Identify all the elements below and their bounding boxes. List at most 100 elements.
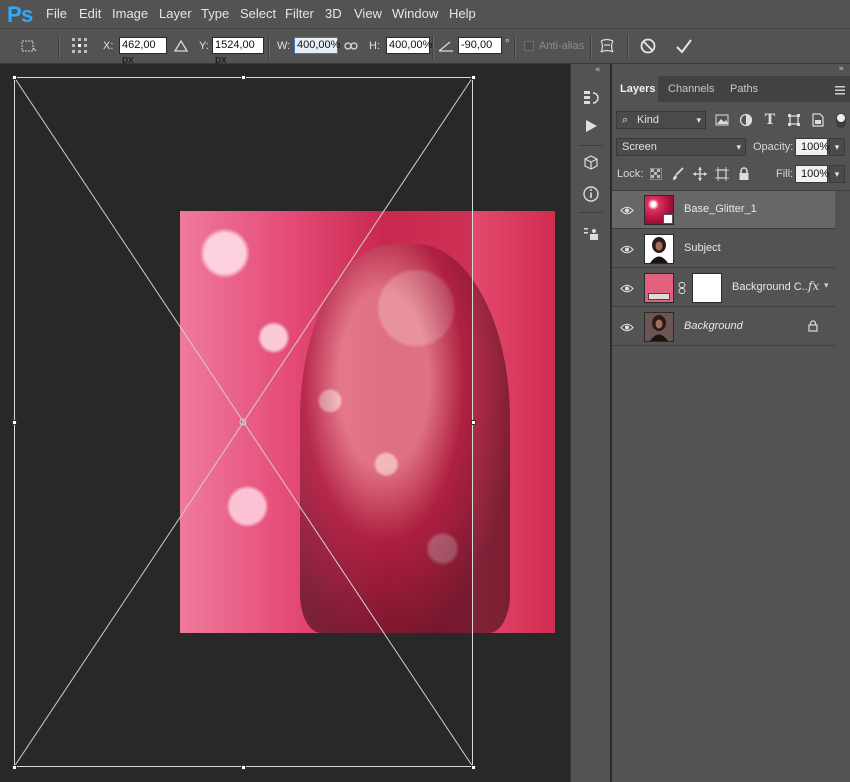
collapse-arrows-icon[interactable]: «: [595, 65, 601, 75]
tab-layers[interactable]: Layers: [612, 76, 658, 102]
kind-label: Kind: [637, 114, 660, 126]
transform-handle-right[interactable]: [471, 420, 476, 425]
lock-image-pixels-brush-icon[interactable]: [668, 164, 688, 184]
properties-icon[interactable]: [581, 224, 601, 244]
actions-play-icon[interactable]: [581, 116, 601, 136]
y-position-field[interactable]: 1524,00 px: [212, 37, 264, 66]
layer-thumbnail-subject: [644, 234, 674, 264]
layer-thumbnail-color-fill: [644, 273, 674, 303]
x-label: X:: [103, 40, 114, 52]
layer-name: Subject: [684, 242, 721, 254]
anti-alias-label: Anti-alias: [539, 40, 585, 52]
menu-3d[interactable]: 3D: [325, 6, 342, 21]
transform-tool-icon[interactable]: [19, 37, 37, 55]
filter-shape-layers-icon[interactable]: [784, 110, 804, 130]
menu-file[interactable]: File: [46, 6, 67, 21]
layer-mask-thumbnail[interactable]: [692, 273, 722, 303]
relative-position-triangle-icon[interactable]: [172, 37, 190, 55]
panel-menu-icon[interactable]: [835, 84, 845, 95]
blend-mode-value: Screen: [622, 141, 657, 153]
height-field[interactable]: 400,00%: [386, 37, 432, 54]
options-bar: X: 462,00 px Y: 1524,00 px W: 400,00% H:…: [0, 28, 850, 66]
lock-transparent-pixels-icon[interactable]: [646, 164, 666, 184]
layer-row-background[interactable]: Background: [612, 308, 835, 346]
lock-all-padlock-icon[interactable]: [734, 164, 754, 184]
transform-handle-top-right[interactable]: [471, 75, 476, 80]
chevron-down-icon[interactable]: ▾: [824, 281, 829, 291]
filter-pixel-layers-icon[interactable]: [712, 110, 732, 130]
mask-link-chain-icon[interactable]: [678, 282, 686, 294]
photoshop-logo: Ps: [7, 2, 33, 27]
collapsed-panel-dock: «: [570, 64, 610, 782]
free-transform-bounding-box[interactable]: [14, 77, 473, 767]
layer-row-base-glitter[interactable]: Base_Glitter_1: [612, 191, 835, 229]
separator: [432, 35, 434, 59]
filter-smart-objects-icon[interactable]: [808, 110, 828, 130]
h-label: H:: [369, 40, 380, 52]
transform-handle-top[interactable]: [241, 75, 246, 80]
y-label: Y:: [199, 40, 209, 52]
transform-handle-bottom-right[interactable]: [471, 765, 476, 770]
menu-help[interactable]: Help: [449, 6, 476, 21]
menu-window[interactable]: Window: [392, 6, 438, 21]
layer-name: Background: [684, 320, 743, 332]
filter-toggle-switch[interactable]: [836, 113, 846, 128]
rotate-angle-field[interactable]: -90,00: [458, 37, 502, 54]
blend-mode-select[interactable]: Screen ▾: [616, 138, 746, 156]
layer-row-background-color[interactable]: Background C... fx ▾: [612, 269, 835, 307]
visibility-eye-icon[interactable]: [620, 281, 634, 295]
layer-filter-kind-select[interactable]: ⌕ Kind ▾: [616, 111, 706, 129]
menu-type[interactable]: Type: [201, 6, 229, 21]
menu-bar: Ps File Edit Image Layer Type Select Fil…: [0, 0, 850, 28]
expand-arrows-icon[interactable]: »: [838, 64, 844, 74]
link-chain-icon[interactable]: [342, 37, 360, 55]
cancel-transform-icon[interactable]: [638, 37, 658, 55]
document-canvas[interactable]: [0, 64, 570, 782]
layer-thumbnail-background: [644, 312, 674, 342]
degree-symbol: °: [505, 38, 510, 50]
transform-handle-left[interactable]: [12, 420, 17, 425]
menu-view[interactable]: View: [354, 6, 382, 21]
tab-channels[interactable]: Channels: [660, 76, 722, 102]
commit-transform-icon[interactable]: [674, 37, 694, 55]
warp-mode-icon[interactable]: [597, 37, 617, 55]
menu-select[interactable]: Select: [240, 6, 276, 21]
filter-adjustment-layers-icon[interactable]: [736, 110, 756, 130]
opacity-dropdown-chevron-icon[interactable]: ▾: [829, 138, 845, 156]
transform-handle-bottom[interactable]: [241, 765, 246, 770]
lock-position-move-icon[interactable]: [690, 164, 710, 184]
layer-row-subject[interactable]: Subject: [612, 230, 835, 268]
visibility-eye-icon[interactable]: [620, 203, 634, 217]
menu-image[interactable]: Image: [112, 6, 148, 21]
reference-point-icon[interactable]: [71, 37, 89, 55]
layer-name: Base_Glitter_1: [684, 203, 757, 215]
chevron-down-icon: ▾: [696, 115, 701, 125]
fill-field[interactable]: 100%: [795, 165, 829, 183]
visibility-eye-icon[interactable]: [620, 320, 634, 334]
separator: [58, 35, 60, 59]
filter-type-layers-icon[interactable]: T: [760, 110, 780, 130]
fill-dropdown-chevron-icon[interactable]: ▾: [829, 165, 845, 183]
3d-cube-icon[interactable]: [581, 153, 601, 173]
visibility-eye-icon[interactable]: [620, 242, 634, 256]
transform-handle-top-left[interactable]: [12, 75, 17, 80]
lock-artboard-icon[interactable]: [712, 164, 732, 184]
transform-handle-bottom-left[interactable]: [12, 765, 17, 770]
menu-filter[interactable]: Filter: [285, 6, 314, 21]
history-icon[interactable]: [581, 88, 601, 108]
opacity-label: Opacity:: [753, 141, 794, 153]
lock-label: Lock:: [617, 168, 644, 180]
menu-edit[interactable]: Edit: [79, 6, 101, 21]
opacity-field[interactable]: 100%: [795, 138, 829, 156]
menu-layer[interactable]: Layer: [159, 6, 192, 21]
anti-alias-checkbox[interactable]: [524, 41, 534, 51]
tab-paths[interactable]: Paths: [722, 76, 766, 102]
layer-locked-padlock-icon: [808, 320, 818, 332]
dock-separator: [579, 145, 603, 146]
info-icon[interactable]: [581, 184, 601, 204]
separator: [627, 35, 629, 59]
layer-effects-fx-icon[interactable]: fx: [808, 279, 819, 293]
separator: [514, 35, 516, 59]
x-position-field[interactable]: 462,00 px: [119, 37, 167, 66]
width-field[interactable]: 400,00%: [294, 37, 340, 54]
